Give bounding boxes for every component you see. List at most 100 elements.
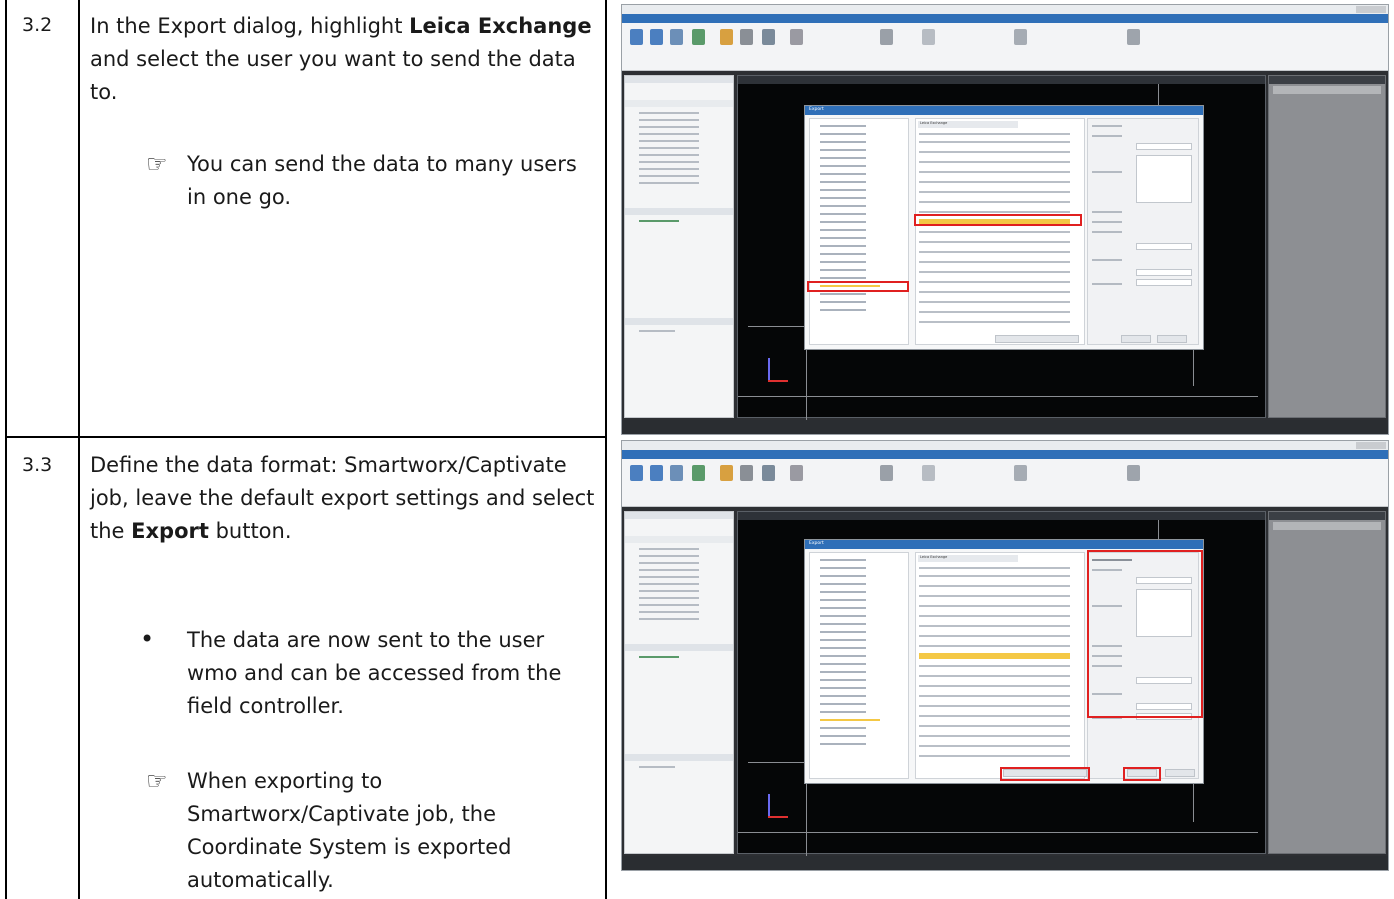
ribbon-icon xyxy=(762,465,775,481)
properties-pane xyxy=(1268,75,1386,418)
tree-item xyxy=(820,599,866,601)
tree-item xyxy=(639,656,679,658)
tree-item xyxy=(820,711,866,713)
pane-header xyxy=(625,754,733,761)
tree-item xyxy=(820,237,866,239)
instruction-text: button. xyxy=(208,519,292,543)
app-ribbon xyxy=(622,459,1388,507)
tree-item xyxy=(820,309,866,311)
axis-y-marker xyxy=(768,358,770,380)
tree-item xyxy=(639,604,699,606)
settings-label xyxy=(1092,259,1122,261)
settings-label xyxy=(1092,211,1122,213)
tree-item xyxy=(820,607,866,609)
list-row xyxy=(919,605,1070,607)
tree-item xyxy=(820,173,866,175)
tree-item xyxy=(820,181,866,183)
status-bar xyxy=(622,856,1388,870)
cad-line xyxy=(748,326,808,327)
tree-item xyxy=(639,330,675,332)
user-list: Leica Exchange xyxy=(915,118,1085,345)
tree-item xyxy=(639,112,699,114)
pointing-hand-icon: ☞ xyxy=(146,150,168,178)
table-row-separator xyxy=(5,436,607,438)
tree-item xyxy=(820,559,866,561)
list-row xyxy=(919,141,1070,143)
list-row xyxy=(919,715,1070,717)
step-instruction: In the Export dialog, highlight Leica Ex… xyxy=(90,10,595,109)
cad-line xyxy=(748,762,808,763)
tree-item xyxy=(820,157,866,159)
list-row xyxy=(919,191,1070,193)
screenshot-export-dialog-user: Export Leica Exchange xyxy=(621,4,1389,435)
tree-item xyxy=(820,663,866,665)
dialog-header: Export xyxy=(805,540,1203,549)
tree-item xyxy=(820,735,866,737)
tree-item xyxy=(820,149,866,151)
list-row xyxy=(919,181,1070,183)
list-row xyxy=(919,735,1070,737)
pointing-hand-icon: ☞ xyxy=(146,767,168,795)
list-row xyxy=(919,615,1070,617)
ribbon-icon xyxy=(630,29,643,45)
ribbon-icon xyxy=(670,465,683,481)
ribbon-icon xyxy=(922,29,935,45)
highlight-format-dropdown xyxy=(1000,767,1090,781)
export-dialog: Export Leica Exchange xyxy=(804,539,1204,784)
tree-item xyxy=(639,168,699,170)
settings-label xyxy=(1092,231,1122,233)
step-number: 3.3 xyxy=(22,454,53,476)
settings-label xyxy=(1092,171,1122,173)
list-row xyxy=(919,201,1070,203)
ribbon-icon xyxy=(692,29,705,45)
window-controls xyxy=(1356,6,1386,13)
user-list: Leica Exchange xyxy=(915,552,1085,779)
tree-item xyxy=(820,631,866,633)
list-row xyxy=(919,625,1070,627)
list-row xyxy=(919,301,1070,303)
list-row xyxy=(919,635,1070,637)
ribbon-icon xyxy=(740,465,753,481)
pane-header xyxy=(1269,76,1385,84)
list-row xyxy=(919,241,1070,243)
ribbon-icon xyxy=(1127,465,1140,481)
instruction-text: In the Export dialog, highlight xyxy=(90,14,410,38)
tree-item xyxy=(820,743,866,745)
dialog-title: Export xyxy=(809,541,824,546)
list-header: Leica Exchange xyxy=(918,555,1018,562)
tree-item xyxy=(639,161,699,163)
ribbon-icon xyxy=(790,465,803,481)
tree-item xyxy=(820,293,866,295)
properties-pane xyxy=(1268,511,1386,854)
bullet-icon: • xyxy=(140,625,155,653)
pane-header xyxy=(625,512,733,519)
tree-item xyxy=(639,618,699,620)
ribbon-icon xyxy=(790,29,803,45)
ribbon-icon xyxy=(740,29,753,45)
list-row xyxy=(919,251,1070,253)
ribbon-icon xyxy=(720,29,733,45)
app-title-bar xyxy=(622,5,1388,14)
ribbon-icon xyxy=(880,29,893,45)
tree-item xyxy=(639,611,699,613)
list-row xyxy=(919,695,1070,697)
pane-toolbar xyxy=(1273,522,1381,530)
list-row xyxy=(919,321,1070,323)
export-target-tree xyxy=(809,118,909,345)
table-divider-image xyxy=(605,0,607,899)
list-row xyxy=(919,645,1070,647)
tree-item xyxy=(820,269,866,271)
app-title-bar xyxy=(622,441,1388,450)
tree-item xyxy=(820,277,866,279)
settings-label xyxy=(1092,125,1122,127)
highlight-export-button xyxy=(1123,767,1161,781)
settings-field xyxy=(1136,155,1192,203)
tree-item xyxy=(639,133,699,135)
tree-item xyxy=(820,679,866,681)
ribbon-icon xyxy=(630,465,643,481)
tree-item xyxy=(820,623,866,625)
pane-header xyxy=(625,536,733,543)
settings-field xyxy=(1136,143,1192,150)
tree-item xyxy=(820,165,866,167)
list-row xyxy=(919,231,1070,233)
